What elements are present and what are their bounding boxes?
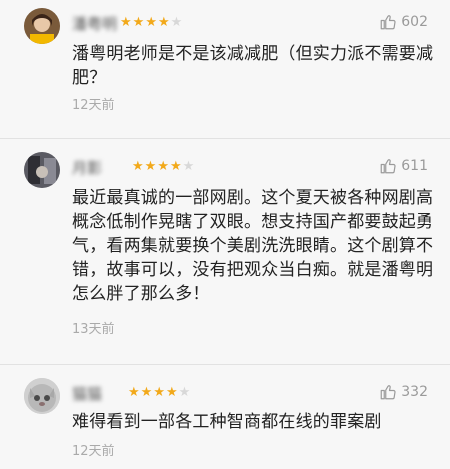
comment-time: 13天前 — [72, 322, 115, 337]
like-count: 611 — [401, 158, 428, 174]
star-empty-icon: ★ — [170, 15, 184, 30]
thumbs-up-icon — [380, 15, 396, 30]
rating-stars: ★★★★★ — [128, 384, 191, 402]
like-button[interactable]: 602 — [379, 12, 428, 32]
star-icon: ★ — [157, 159, 170, 174]
rating-stars: ★★★★★ — [132, 158, 195, 176]
user-avatar[interactable] — [24, 152, 60, 188]
star-empty-icon: ★ — [178, 385, 192, 400]
star-icon: ★ — [144, 159, 158, 174]
like-button[interactable]: 611 — [379, 156, 428, 176]
star-icon: ★ — [165, 385, 179, 400]
star-icon: ★ — [145, 15, 158, 30]
username[interactable]: 潘粤明 — [72, 14, 117, 34]
comment-item: 潘粤明 ★★★★★ 602 潘粤明老师是不是该减减肥（但实力派不需要减肥？ 12… — [0, 8, 450, 118]
comment-text: 潘粤明老师是不是该减减肥（但实力派不需要减肥？ — [72, 44, 434, 88]
comment-text: 最近最真诚的一部网剧。这个夏天被各种网剧高概念低制作晃瞎了双眼。想支持国产都要鼓… — [72, 188, 434, 304]
like-count: 602 — [401, 14, 428, 30]
username[interactable]: 月影 — [72, 158, 102, 178]
user-avatar[interactable] — [24, 378, 60, 414]
divider — [0, 138, 450, 139]
star-icon: ★ — [140, 385, 154, 400]
comment-text: 难得看到一部各工种智商都在线的罪案剧 — [72, 412, 382, 432]
divider — [0, 364, 450, 365]
username[interactable]: 猫猫 — [72, 384, 102, 404]
rating-stars: ★★★★★ — [120, 14, 183, 32]
user-avatar[interactable] — [24, 8, 60, 44]
star-icon: ★ — [132, 159, 145, 174]
comment-time: 12天前 — [72, 98, 115, 113]
comment-item: 月影 ★★★★★ 611 最近最真诚的一部网剧。这个夏天被各种网剧高概念低制作晃… — [0, 152, 450, 342]
like-button[interactable]: 332 — [379, 382, 428, 402]
like-count: 332 — [401, 384, 428, 400]
comment-list: 潘粤明 ★★★★★ 602 潘粤明老师是不是该减减肥（但实力派不需要减肥？ 12… — [0, 0, 450, 469]
star-icon: ★ — [153, 385, 166, 400]
star-icon: ★ — [120, 15, 133, 30]
comment-item: 猫猫 ★★★★★ 332 难得看到一部各工种智商都在线的罪案剧 12天前 — [0, 378, 450, 469]
comment-time: 12天前 — [72, 444, 115, 459]
thumbs-up-icon — [380, 385, 396, 400]
star-icon: ★ — [132, 15, 146, 30]
star-icon: ★ — [128, 385, 141, 400]
thumbs-up-icon — [380, 159, 396, 174]
star-empty-icon: ★ — [182, 159, 196, 174]
star-icon: ★ — [157, 15, 171, 30]
star-icon: ★ — [169, 159, 183, 174]
